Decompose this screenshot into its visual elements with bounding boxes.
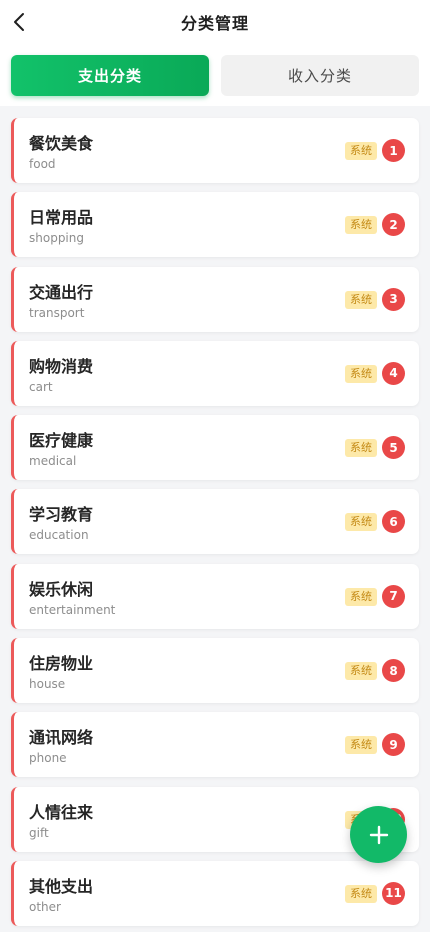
system-badge: 系统 xyxy=(345,736,377,755)
tab-expense-categories[interactable]: 支出分类 xyxy=(11,55,209,96)
category-name: 购物消费 xyxy=(29,356,94,376)
order-badge: 2 xyxy=(382,213,405,237)
category-name: 娱乐休闲 xyxy=(29,579,94,599)
category-code: other xyxy=(29,899,61,914)
page-title: 分类管理 xyxy=(180,14,249,33)
order-badge: 4 xyxy=(382,361,405,385)
order-badge: 5 xyxy=(382,436,405,460)
system-badge: 系统 xyxy=(345,142,377,160)
category-list: 餐饮美食 food 系统 1 日常用品 shopping 系统 2 交通出行 t… xyxy=(11,118,419,932)
system-badge: 系统 xyxy=(345,587,377,606)
category-item-other[interactable]: 其他支出 other 系统 11 xyxy=(11,860,419,926)
category-name: 通讯网络 xyxy=(29,728,94,748)
system-badge: 系统 xyxy=(345,513,377,532)
system-badge: 系统 xyxy=(345,216,377,235)
category-code: house xyxy=(29,677,66,692)
category-code: entertainment xyxy=(29,602,116,617)
category-item-phone[interactable]: 通讯网络 phone 系统 9 xyxy=(11,712,419,778)
category-name: 其他支出 xyxy=(29,876,94,896)
category-code: education xyxy=(29,528,89,543)
category-item-entertainment[interactable]: 娱乐休闲 entertainment 系统 7 xyxy=(11,563,419,629)
category-name: 餐饮美食 xyxy=(29,134,94,153)
order-badge: 7 xyxy=(382,584,405,608)
system-badge: 系统 xyxy=(345,662,377,681)
category-management-screen: 分类管理 支出分类 收入分类 餐饮美食 food 系统 1 日常用品 shopp… xyxy=(0,0,430,932)
category-code: cart xyxy=(29,379,53,394)
category-item-shopping[interactable]: 日常用品 shopping 系统 2 xyxy=(11,192,419,258)
category-code: phone xyxy=(29,751,67,766)
order-badge: 11 xyxy=(382,881,405,905)
category-item-education[interactable]: 学习教育 education 系统 6 xyxy=(11,489,419,555)
category-name: 日常用品 xyxy=(29,208,94,228)
order-badge: 3 xyxy=(382,287,405,311)
system-badge: 系统 xyxy=(345,439,377,458)
system-badge: 系统 xyxy=(345,290,377,309)
category-item-medical[interactable]: 医疗健康 medical 系统 5 xyxy=(11,415,419,481)
system-badge: 系统 xyxy=(345,884,377,903)
category-name: 医疗健康 xyxy=(29,431,94,451)
category-code: shopping xyxy=(29,231,84,246)
order-badge: 1 xyxy=(382,139,405,162)
order-badge: 8 xyxy=(382,659,405,683)
order-badge: 9 xyxy=(382,733,405,757)
category-item-transport[interactable]: 交通出行 transport 系统 3 xyxy=(11,266,419,332)
system-badge: 系统 xyxy=(345,364,377,383)
category-code: transport xyxy=(29,305,85,320)
category-name: 学习教育 xyxy=(29,505,94,525)
category-name: 住房物业 xyxy=(29,654,94,674)
add-category-button[interactable] xyxy=(350,806,407,863)
category-name: 交通出行 xyxy=(29,282,94,302)
plus-icon xyxy=(369,825,388,844)
category-item-cart[interactable]: 购物消费 cart 系统 4 xyxy=(11,340,419,406)
category-item-house[interactable]: 住房物业 house 系统 8 xyxy=(11,638,419,704)
header: 分类管理 支出分类 收入分类 xyxy=(0,0,430,106)
order-badge: 6 xyxy=(382,510,405,534)
category-code: gift xyxy=(29,825,49,840)
tab-income-categories[interactable]: 收入分类 xyxy=(221,55,419,96)
category-code: food xyxy=(29,157,56,171)
category-item-food[interactable]: 餐饮美食 food 系统 1 xyxy=(11,118,419,183)
category-code: medical xyxy=(29,454,77,469)
category-type-tabs: 支出分类 收入分类 xyxy=(11,55,419,96)
category-name: 人情往来 xyxy=(29,802,94,822)
